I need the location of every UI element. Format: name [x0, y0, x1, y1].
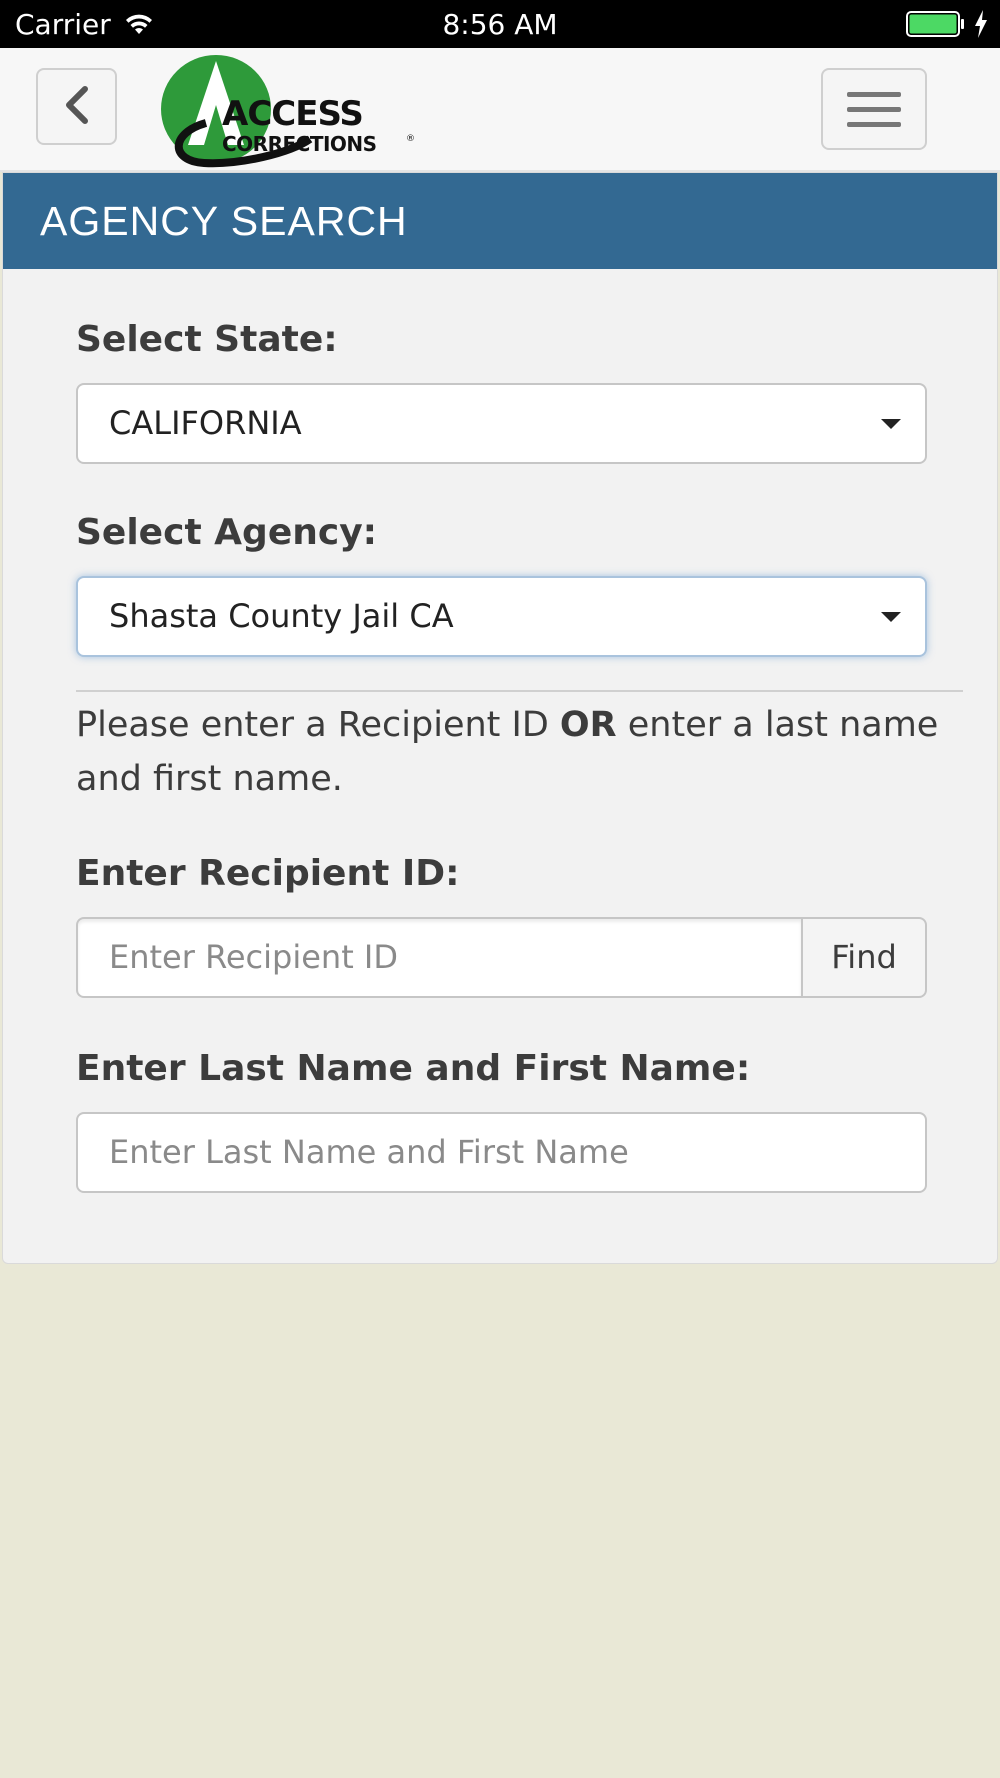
battery-icon — [906, 11, 966, 41]
state-select[interactable]: CALIFORNIA — [76, 383, 927, 464]
clock: 8:56 AM — [442, 8, 558, 41]
instructions-prefix: Please enter a Recipient ID — [76, 705, 560, 745]
back-button[interactable] — [36, 68, 117, 145]
recipient-id-input[interactable]: Enter Recipient ID — [76, 917, 801, 998]
chevron-left-icon — [63, 85, 91, 129]
caret-down-icon — [881, 612, 901, 622]
instructions-or: OR — [559, 705, 617, 745]
recipient-id-label: Enter Recipient ID: — [76, 853, 460, 894]
instructions-text: Please enter a Recipient ID OR enter a l… — [76, 698, 976, 806]
status-bar: Carrier 8:56 AM — [0, 0, 1000, 48]
name-label: Enter Last Name and First Name: — [76, 1048, 751, 1089]
hamburger-icon-bar — [847, 106, 901, 112]
access-corrections-logo: ACCESS CORRECTIONS ® — [160, 53, 416, 168]
agency-select[interactable]: Shasta County Jail CA — [76, 576, 927, 657]
hamburger-icon-bar — [847, 121, 901, 127]
agency-select-value: Shasta County Jail CA — [109, 597, 454, 635]
divider — [76, 690, 963, 692]
charging-bolt-icon — [974, 10, 988, 42]
svg-text:CORRECTIONS: CORRECTIONS — [222, 132, 377, 156]
agency-search-panel: AGENCY SEARCH Select State: CALIFORNIA S… — [2, 172, 998, 1264]
svg-text:®: ® — [406, 134, 415, 144]
agency-label: Select Agency: — [76, 512, 378, 553]
app-header: ACCESS CORRECTIONS ® — [0, 48, 1000, 172]
caret-down-icon — [881, 419, 901, 429]
svg-text:ACCESS: ACCESS — [222, 94, 363, 134]
name-input[interactable]: Enter Last Name and First Name — [76, 1112, 927, 1193]
recipient-id-group: Enter Recipient ID Find — [76, 917, 927, 998]
find-button[interactable]: Find — [801, 917, 927, 998]
hamburger-icon — [847, 91, 901, 97]
panel-title: AGENCY SEARCH — [3, 173, 997, 269]
state-select-value: CALIFORNIA — [109, 404, 302, 442]
state-label: Select State: — [76, 319, 338, 360]
menu-button[interactable] — [821, 68, 927, 150]
